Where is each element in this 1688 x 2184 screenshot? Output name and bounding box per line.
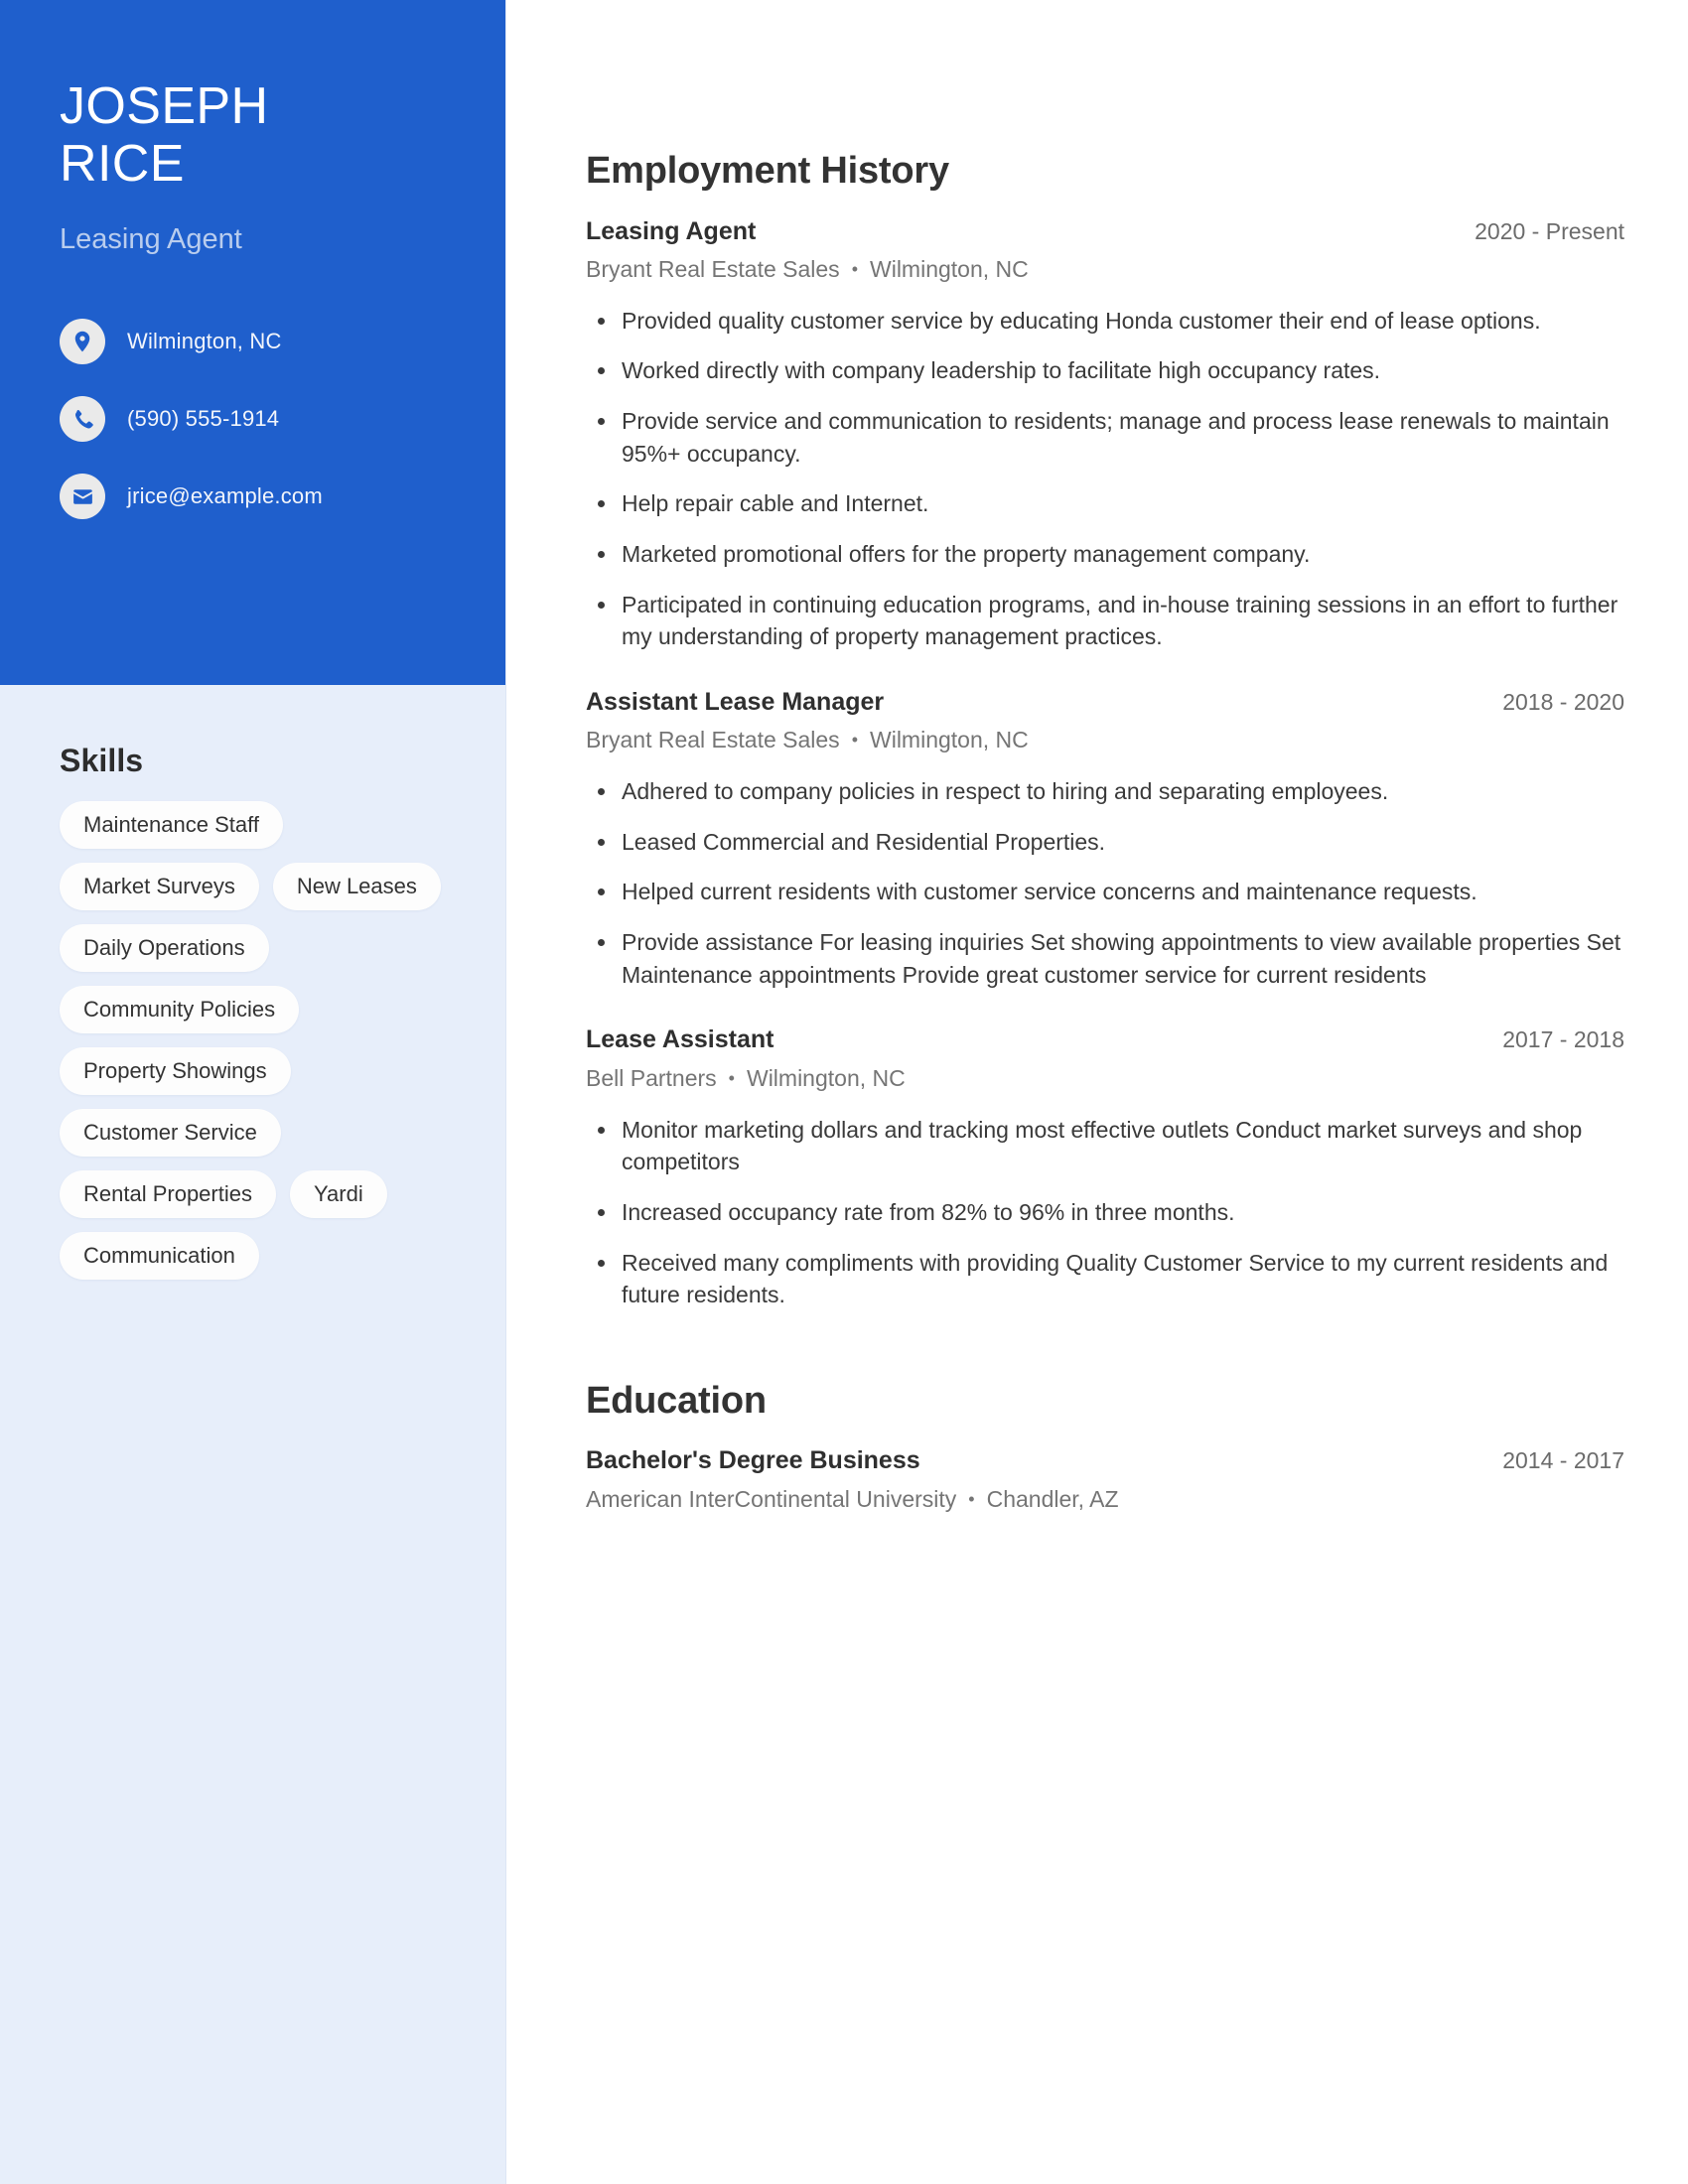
- entry-company: Bryant Real Estate Sales: [586, 727, 840, 753]
- entry-bullet-list: Adhered to company policies in respect t…: [586, 775, 1624, 991]
- employment-history-heading: Employment History: [586, 150, 949, 192]
- entry-location: Wilmington, NC: [870, 727, 1029, 753]
- entry-bullet: Received many compliments with providing…: [586, 1247, 1624, 1311]
- entry-title: Assistant Lease Manager: [586, 687, 885, 716]
- sidebar-header: JOSEPH RICE Leasing Agent Wilmington, NC: [0, 0, 505, 685]
- entry-bullet: Help repair cable and Internet.: [586, 487, 1624, 520]
- skill-pill: New Leases: [272, 862, 441, 910]
- skill-pill: Property Showings: [60, 1046, 291, 1095]
- entry-location: Chandler, AZ: [986, 1485, 1119, 1512]
- entry-header: Leasing Agent 2020 - Present: [586, 216, 1624, 247]
- education-entries: Bachelor's Degree Business 2014 - 2017 Ame…: [586, 1445, 1624, 1514]
- entry-school: American InterContinental University: [586, 1485, 957, 1512]
- skill-pill: Market Surveys: [60, 862, 259, 910]
- entry-header: Lease Assistant 2017 - 2018: [586, 1024, 1624, 1055]
- location-pin-icon: [60, 319, 105, 365]
- entry-dates: 2018 - 2020: [1502, 688, 1624, 715]
- main-content: Employment History Leasing Agent 2020 - P…: [506, 0, 1688, 2184]
- entry-bullet: Provide service and communication to res…: [586, 405, 1624, 470]
- employment-entry: Lease Assistant 2017 - 2018 Bell Partners •…: [586, 1024, 1624, 1310]
- education-section: Education Bachelor's Degree Business 2014…: [586, 1379, 1624, 1515]
- entry-company: Bryant Real Estate Sales: [586, 255, 840, 282]
- employment-entries: Leasing Agent 2020 - Present Bryant Real E…: [586, 216, 1624, 1311]
- entry-subtitle: Bell Partners • Wilmington, NC: [586, 1064, 1624, 1094]
- last-name: RICE: [60, 135, 185, 194]
- entry-location: Wilmington, NC: [870, 255, 1029, 282]
- resume-page: JOSEPH RICE Leasing Agent Wilmington, NC: [0, 0, 1688, 2184]
- entry-bullet: Marketed promotional offers for the prop…: [586, 538, 1624, 571]
- entry-bullet-list: Monitor marketing dollars and tracking m…: [586, 1114, 1624, 1311]
- phone-icon: [60, 396, 105, 443]
- skill-pill: Communication: [60, 1231, 259, 1280]
- sidebar: JOSEPH RICE Leasing Agent Wilmington, NC: [0, 0, 506, 2184]
- entry-title: Leasing Agent: [586, 216, 757, 245]
- entry-header: Bachelor's Degree Business 2014 - 2017: [586, 1445, 1624, 1476]
- skill-pill: Maintenance Staff: [60, 801, 283, 849]
- skills-list: Maintenance Staff Market Surveys New Lease…: [60, 801, 446, 1280]
- skill-pill: Community Policies: [60, 985, 300, 1033]
- entry-bullet: Helped current residents with customer s…: [586, 876, 1624, 908]
- employment-entry: Leasing Agent 2020 - Present Bryant Real E…: [586, 216, 1624, 653]
- name-block: JOSEPH RICE Leasing Agent: [0, 77, 505, 257]
- contact-email-text: jrice@example.com: [127, 483, 323, 509]
- entry-location: Wilmington, NC: [746, 1064, 906, 1091]
- employment-history-section: Employment History Leasing Agent 2020 - P…: [586, 149, 1624, 1311]
- contact-item-email: jrice@example.com: [60, 474, 446, 520]
- contact-list: Wilmington, NC (590) 555-1914 jrice@exam…: [0, 319, 505, 520]
- entry-title: Bachelor's Degree Business: [586, 1446, 920, 1475]
- first-name: JOSEPH: [60, 77, 269, 135]
- entry-bullet: Increased occupancy rate from 82% to 96%…: [586, 1196, 1624, 1229]
- contact-item-phone: (590) 555-1914: [60, 396, 446, 443]
- skill-pill: Rental Properties: [60, 1169, 276, 1218]
- entry-dates: 2017 - 2018: [1502, 1026, 1624, 1053]
- skills-heading: Skills: [60, 743, 144, 778]
- entry-subtitle: Bryant Real Estate Sales • Wilmington, NC: [586, 726, 1624, 755]
- education-entry: Bachelor's Degree Business 2014 - 2017 Ame…: [586, 1445, 1624, 1514]
- entry-dates: 2014 - 2017: [1502, 1447, 1624, 1474]
- skill-pill: Yardi: [289, 1169, 387, 1218]
- entry-bullet: Participated in continuing education pro…: [586, 589, 1624, 653]
- skill-pill: Daily Operations: [60, 923, 269, 972]
- skill-pill: Customer Service: [60, 1108, 281, 1157]
- contact-location-text: Wilmington, NC: [127, 329, 282, 354]
- bullet-separator-icon: •: [851, 730, 858, 751]
- education-heading: Education: [586, 1379, 767, 1422]
- bullet-separator-icon: •: [851, 258, 858, 279]
- bullet-separator-icon: •: [968, 1488, 975, 1509]
- entry-header: Assistant Lease Manager 2018 - 2020: [586, 687, 1624, 718]
- entry-bullet: Leased Commercial and Residential Proper…: [586, 826, 1624, 859]
- entry-title: Lease Assistant: [586, 1025, 774, 1054]
- entry-bullet: Provide assistance For leasing inquiries…: [586, 926, 1624, 991]
- employment-entry: Assistant Lease Manager 2018 - 2020 Bryant…: [586, 687, 1624, 991]
- envelope-icon: [60, 474, 105, 520]
- entry-bullet: Adhered to company policies in respect t…: [586, 775, 1624, 808]
- contact-item-location: Wilmington, NC: [60, 319, 446, 365]
- entry-bullet: Worked directly with company leadership …: [586, 354, 1624, 387]
- entry-dates: 2020 - Present: [1475, 217, 1624, 244]
- job-title: Leasing Agent: [60, 223, 242, 256]
- entry-company: Bell Partners: [586, 1064, 717, 1091]
- entry-bullet-list: Provided quality customer service by edu…: [586, 305, 1624, 653]
- entry-bullet: Provided quality customer service by edu…: [586, 305, 1624, 338]
- entry-subtitle: American InterContinental University • Cha…: [586, 1485, 1624, 1515]
- skills-section: Skills Maintenance Staff Market Surveys Ne…: [0, 685, 505, 1280]
- entry-subtitle: Bryant Real Estate Sales • Wilmington, NC: [586, 255, 1624, 285]
- entry-bullet: Monitor marketing dollars and tracking m…: [586, 1114, 1624, 1178]
- contact-phone-text: (590) 555-1914: [127, 406, 280, 432]
- bullet-separator-icon: •: [728, 1067, 735, 1088]
